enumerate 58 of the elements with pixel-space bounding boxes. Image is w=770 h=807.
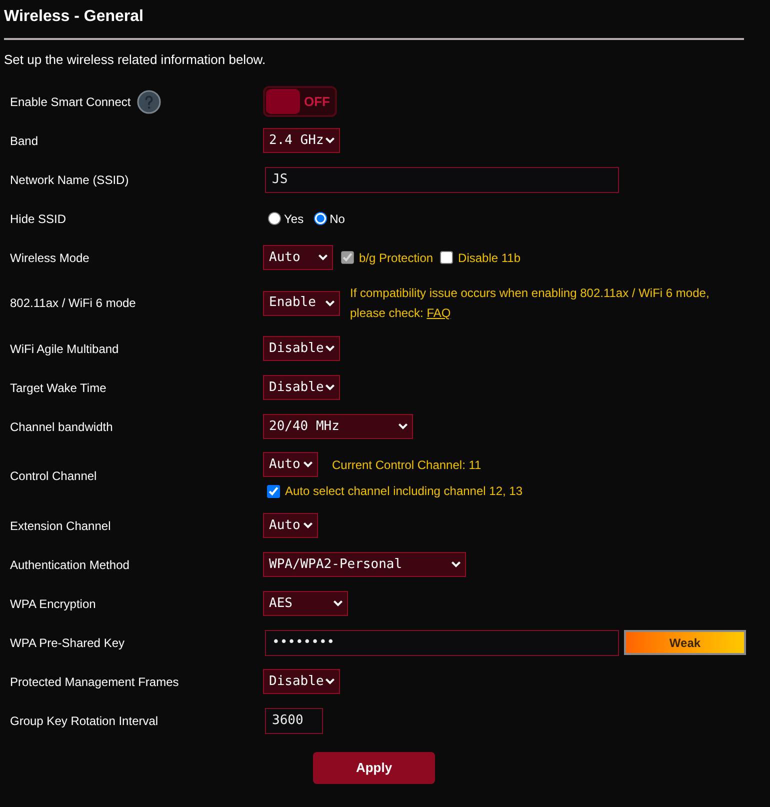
dropdown[interactable]: Auto (263, 452, 318, 477)
radio-label: Yes (284, 210, 304, 228)
chevron-down-icon (325, 137, 335, 144)
checkbox-label: b/g Protection (359, 250, 434, 266)
faq-link[interactable]: FAQ (426, 306, 451, 320)
field-label: Protected Management Frames (10, 674, 179, 690)
field-label: Band (10, 132, 38, 150)
dropdown[interactable]: Disable (263, 669, 340, 694)
field-label: Authentication Method (10, 556, 130, 574)
field-label: WPA Encryption (10, 596, 96, 612)
chevron-down-icon (451, 561, 461, 568)
compatibility-note: If compatibility issue occurs when enabling 802.11ax / WiFi 6 mode, please check: FAQ (350, 285, 710, 322)
page-description: Set up the wireless related information below. (4, 52, 267, 68)
field-label: Group Key Rotation Interval (10, 712, 158, 730)
field-label: Wireless Mode (10, 250, 90, 266)
text-field[interactable]: 3600 (265, 708, 323, 734)
dropdown[interactable]: 2.4 GHz (263, 128, 340, 153)
chevron-down-icon (303, 522, 313, 529)
chevron-down-icon (303, 461, 313, 468)
chevron-down-icon (318, 254, 328, 261)
checkbox[interactable] (440, 251, 454, 264)
dropdown[interactable]: Auto (263, 245, 333, 270)
page-title: Wireless - General (4, 7, 144, 27)
channel-status: Current Control Channel: 11 (332, 456, 482, 474)
field-label: Enable Smart Connect (10, 94, 131, 110)
dropdown[interactable]: WPA/WPA2-Personal (263, 552, 466, 577)
chevron-down-icon (325, 384, 335, 391)
help-icon[interactable] (136, 90, 161, 114)
dropdown[interactable]: Enable (263, 290, 340, 316)
password-strength-meter: Weak (624, 630, 746, 655)
field-label: 802.11ax / WiFi 6 mode (10, 295, 136, 312)
text-field[interactable]: JS (265, 166, 619, 192)
password-field[interactable]: •••••••• (265, 630, 619, 656)
field-label: Extension Channel (10, 518, 111, 534)
dropdown[interactable]: Disable (263, 375, 340, 400)
field-label: Target Wake Time (10, 380, 106, 396)
checkbox-label: Auto select channel including channel 12, 13 (285, 483, 523, 500)
dropdown[interactable]: Disable (263, 336, 340, 361)
chevron-down-icon (325, 345, 335, 352)
field-label: Hide SSID (10, 210, 66, 228)
chevron-down-icon (325, 300, 335, 306)
chevron-down-icon (333, 600, 343, 607)
checkbox[interactable] (267, 484, 280, 498)
field-label: Network Name (SSID) (10, 172, 129, 188)
checkbox-label: Disable 11b (458, 250, 521, 266)
radio-button[interactable] (268, 212, 281, 225)
field-label: WPA Pre-Shared Key (10, 634, 124, 652)
radio-label: No (330, 210, 345, 228)
apply-button[interactable]: Apply (313, 752, 435, 784)
chevron-down-icon (398, 423, 408, 430)
field-label: Channel bandwidth (10, 418, 113, 436)
dropdown[interactable]: 20/40 MHz (263, 414, 413, 439)
field-label: WiFi Agile Multiband (10, 340, 119, 358)
field-label: Control Channel (10, 468, 97, 485)
dropdown[interactable]: AES (263, 591, 348, 616)
dropdown[interactable]: Auto (263, 513, 318, 538)
radio-button[interactable] (314, 212, 327, 225)
chevron-down-icon (325, 678, 335, 685)
